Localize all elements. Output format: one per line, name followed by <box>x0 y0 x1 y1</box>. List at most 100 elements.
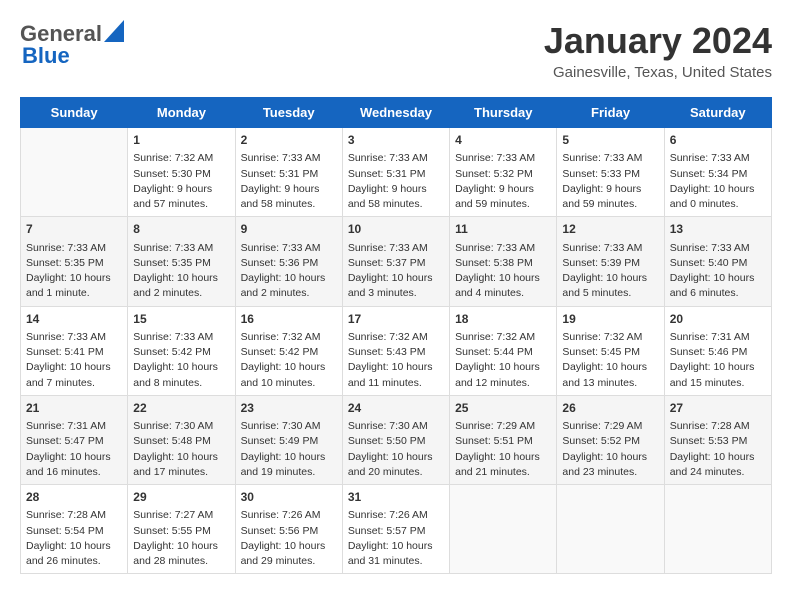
day-number: 1 <box>133 132 229 149</box>
month-title: January 2024 <box>544 20 772 62</box>
calendar-cell: 18 Sunrise: 7:32 AM Sunset: 5:44 PM Dayli… <box>450 306 557 395</box>
logo-arrow-icon <box>104 20 124 42</box>
calendar-cell: 30Sunrise: 7:26 AM Sunset: 5:56 PM Dayli… <box>235 485 342 574</box>
day-number: 29 <box>133 489 229 506</box>
day-info: Sunrise: 7:33 AM Sunset: 5:35 PM Dayligh… <box>133 241 229 302</box>
day-info: Sunrise: 7:30 AM Sunset: 5:50 PM Dayligh… <box>348 419 444 480</box>
calendar-cell: 6 Sunrise: 7:33 AM Sunset: 5:34 PM Daylig… <box>664 128 771 217</box>
calendar-cell: 10Sunrise: 7:33 AM Sunset: 5:37 PM Dayli… <box>342 217 449 306</box>
calendar-cell: 28 Sunrise: 7:28 AM Sunset: 5:54 PM Dayli… <box>21 485 128 574</box>
calendar-header-wednesday: Wednesday <box>342 98 449 128</box>
day-number: 4 <box>455 132 551 149</box>
day-number: 19 <box>562 311 658 328</box>
day-number: 22 <box>133 400 229 417</box>
calendar-header-row: SundayMondayTuesdayWednesdayThursdayFrid… <box>21 98 772 128</box>
calendar-cell <box>450 485 557 574</box>
day-info: Sunrise: 7:33 AM Sunset: 5:32 PM Dayligh… <box>455 151 551 212</box>
location-text: Gainesville, Texas, United States <box>544 64 772 81</box>
calendar-cell: 27 Sunrise: 7:28 AM Sunset: 5:53 PM Dayli… <box>664 395 771 484</box>
day-info: Sunrise: 7:32 AM Sunset: 5:43 PM Dayligh… <box>348 330 444 391</box>
day-number: 31 <box>348 489 444 506</box>
day-info: Sunrise: 7:28 AM Sunset: 5:54 PM Dayligh… <box>26 508 122 569</box>
calendar-cell: 15 Sunrise: 7:33 AM Sunset: 5:42 PM Dayli… <box>128 306 235 395</box>
calendar-header-tuesday: Tuesday <box>235 98 342 128</box>
calendar-cell: 17 Sunrise: 7:32 AM Sunset: 5:43 PM Dayli… <box>342 306 449 395</box>
calendar-week-row: 21 Sunrise: 7:31 AM Sunset: 5:47 PM Dayli… <box>21 395 772 484</box>
calendar-table: SundayMondayTuesdayWednesdayThursdayFrid… <box>20 97 772 574</box>
day-number: 20 <box>670 311 766 328</box>
day-number: 6 <box>670 132 766 149</box>
day-info: Sunrise: 7:33 AM Sunset: 5:41 PM Dayligh… <box>26 330 122 391</box>
logo: General Blue <box>20 20 124 69</box>
day-info: Sunrise: 7:33 AM Sunset: 5:31 PM Dayligh… <box>348 151 444 212</box>
calendar-cell: 19Sunrise: 7:32 AM Sunset: 5:45 PM Dayli… <box>557 306 664 395</box>
day-number: 17 <box>348 311 444 328</box>
calendar-cell: 29 Sunrise: 7:27 AM Sunset: 5:55 PM Dayli… <box>128 485 235 574</box>
day-number: 24 <box>348 400 444 417</box>
calendar-cell: 1 Sunrise: 7:32 AM Sunset: 5:30 PM Daylig… <box>128 128 235 217</box>
day-info: Sunrise: 7:33 AM Sunset: 5:38 PM Dayligh… <box>455 241 551 302</box>
day-number: 21 <box>26 400 122 417</box>
calendar-cell: 22 Sunrise: 7:30 AM Sunset: 5:48 PM Dayli… <box>128 395 235 484</box>
day-info: Sunrise: 7:33 AM Sunset: 5:40 PM Dayligh… <box>670 241 766 302</box>
day-info: Sunrise: 7:32 AM Sunset: 5:30 PM Dayligh… <box>133 151 229 212</box>
calendar-cell: 4 Sunrise: 7:33 AM Sunset: 5:32 PM Daylig… <box>450 128 557 217</box>
calendar-cell: 9Sunrise: 7:33 AM Sunset: 5:36 PM Daylig… <box>235 217 342 306</box>
day-info: Sunrise: 7:31 AM Sunset: 5:47 PM Dayligh… <box>26 419 122 480</box>
day-info: Sunrise: 7:32 AM Sunset: 5:44 PM Dayligh… <box>455 330 551 391</box>
day-number: 30 <box>241 489 337 506</box>
calendar-cell: 14 Sunrise: 7:33 AM Sunset: 5:41 PM Dayli… <box>21 306 128 395</box>
day-info: Sunrise: 7:28 AM Sunset: 5:53 PM Dayligh… <box>670 419 766 480</box>
calendar-cell: 13Sunrise: 7:33 AM Sunset: 5:40 PM Dayli… <box>664 217 771 306</box>
day-number: 12 <box>562 221 658 238</box>
day-info: Sunrise: 7:33 AM Sunset: 5:34 PM Dayligh… <box>670 151 766 212</box>
day-info: Sunrise: 7:33 AM Sunset: 5:35 PM Dayligh… <box>26 241 122 302</box>
day-info: Sunrise: 7:30 AM Sunset: 5:48 PM Dayligh… <box>133 419 229 480</box>
calendar-cell: 7 Sunrise: 7:33 AM Sunset: 5:35 PM Daylig… <box>21 217 128 306</box>
day-info: Sunrise: 7:33 AM Sunset: 5:31 PM Dayligh… <box>241 151 337 212</box>
day-number: 8 <box>133 221 229 238</box>
day-number: 27 <box>670 400 766 417</box>
day-info: Sunrise: 7:29 AM Sunset: 5:52 PM Dayligh… <box>562 419 658 480</box>
calendar-cell: 2Sunrise: 7:33 AM Sunset: 5:31 PM Daylig… <box>235 128 342 217</box>
calendar-cell: 5Sunrise: 7:33 AM Sunset: 5:33 PM Daylig… <box>557 128 664 217</box>
day-info: Sunrise: 7:31 AM Sunset: 5:46 PM Dayligh… <box>670 330 766 391</box>
day-info: Sunrise: 7:27 AM Sunset: 5:55 PM Dayligh… <box>133 508 229 569</box>
day-number: 14 <box>26 311 122 328</box>
calendar-cell: 23Sunrise: 7:30 AM Sunset: 5:49 PM Dayli… <box>235 395 342 484</box>
calendar-cell: 8 Sunrise: 7:33 AM Sunset: 5:35 PM Daylig… <box>128 217 235 306</box>
calendar-cell: 24 Sunrise: 7:30 AM Sunset: 5:50 PM Dayli… <box>342 395 449 484</box>
calendar-cell: 25 Sunrise: 7:29 AM Sunset: 5:51 PM Dayli… <box>450 395 557 484</box>
calendar-cell <box>21 128 128 217</box>
day-info: Sunrise: 7:33 AM Sunset: 5:42 PM Dayligh… <box>133 330 229 391</box>
calendar-cell: 11Sunrise: 7:33 AM Sunset: 5:38 PM Dayli… <box>450 217 557 306</box>
page-header: General Blue January 2024 Gainesville, T… <box>20 20 772 81</box>
day-info: Sunrise: 7:33 AM Sunset: 5:33 PM Dayligh… <box>562 151 658 212</box>
calendar-week-row: 14 Sunrise: 7:33 AM Sunset: 5:41 PM Dayli… <box>21 306 772 395</box>
day-number: 3 <box>348 132 444 149</box>
calendar-cell: 26 Sunrise: 7:29 AM Sunset: 5:52 PM Dayli… <box>557 395 664 484</box>
day-number: 7 <box>26 221 122 238</box>
calendar-header-monday: Monday <box>128 98 235 128</box>
day-number: 23 <box>241 400 337 417</box>
day-number: 10 <box>348 221 444 238</box>
day-number: 9 <box>241 221 337 238</box>
day-info: Sunrise: 7:32 AM Sunset: 5:42 PM Dayligh… <box>241 330 337 391</box>
calendar-week-row: 28 Sunrise: 7:28 AM Sunset: 5:54 PM Dayli… <box>21 485 772 574</box>
calendar-cell: 21 Sunrise: 7:31 AM Sunset: 5:47 PM Dayli… <box>21 395 128 484</box>
day-number: 18 <box>455 311 551 328</box>
day-info: Sunrise: 7:29 AM Sunset: 5:51 PM Dayligh… <box>455 419 551 480</box>
day-number: 25 <box>455 400 551 417</box>
day-number: 15 <box>133 311 229 328</box>
logo-blue-text: Blue <box>22 43 70 68</box>
calendar-week-row: 1 Sunrise: 7:32 AM Sunset: 5:30 PM Daylig… <box>21 128 772 217</box>
day-info: Sunrise: 7:26 AM Sunset: 5:57 PM Dayligh… <box>348 508 444 569</box>
day-number: 28 <box>26 489 122 506</box>
calendar-header-thursday: Thursday <box>450 98 557 128</box>
day-info: Sunrise: 7:33 AM Sunset: 5:39 PM Dayligh… <box>562 241 658 302</box>
calendar-cell: 31 Sunrise: 7:26 AM Sunset: 5:57 PM Dayli… <box>342 485 449 574</box>
day-number: 26 <box>562 400 658 417</box>
calendar-header-friday: Friday <box>557 98 664 128</box>
calendar-header-saturday: Saturday <box>664 98 771 128</box>
calendar-week-row: 7 Sunrise: 7:33 AM Sunset: 5:35 PM Daylig… <box>21 217 772 306</box>
